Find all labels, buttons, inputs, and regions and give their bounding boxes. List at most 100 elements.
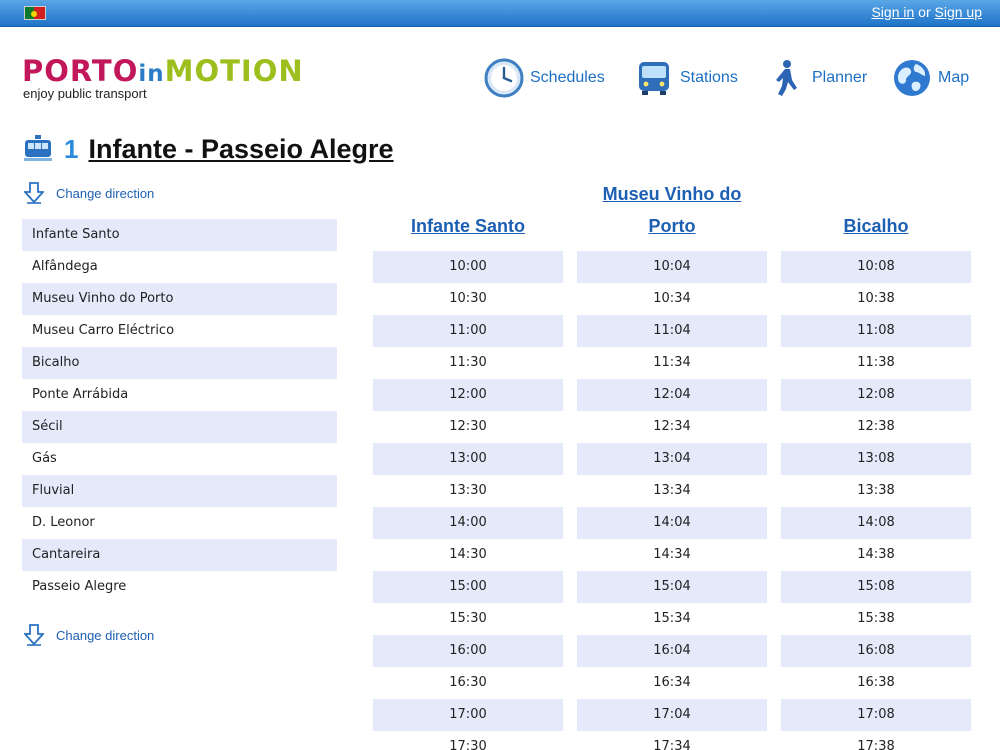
time-cell: 16:08 (781, 635, 971, 667)
column-header-line1: Museu Vinho do (602, 184, 742, 204)
change-direction-button-bottom[interactable]: Change direction (24, 624, 154, 646)
site-logo[interactable]: PORTOinMOTION enjoy public transport (22, 56, 304, 101)
portugal-flag-icon[interactable] (24, 6, 46, 20)
time-cell: 12:04 (577, 379, 767, 411)
stop-item[interactable]: D. Leonor (22, 507, 337, 539)
change-direction-label: Change direction (56, 627, 155, 643)
time-cell: 15:08 (781, 571, 971, 603)
down-arrow-icon (24, 182, 44, 204)
time-cell: 16:04 (577, 635, 767, 667)
time-cell: 12:08 (781, 379, 971, 411)
nav-map-label: Map (938, 69, 970, 86)
time-cell: 11:30 (449, 355, 487, 370)
stop-item[interactable]: Bicalho (22, 347, 337, 379)
walking-person-icon (776, 60, 797, 96)
time-cell: 16:38 (857, 675, 895, 690)
globe-icon (894, 60, 930, 96)
time-cell: 16:34 (653, 675, 691, 690)
time-cell: 12:38 (857, 419, 895, 434)
time-cell: 17:00 (373, 699, 563, 731)
column-header-museu-vinho-do-porto[interactable]: Museu Vinho do Porto (577, 178, 767, 242)
time-cell: 17:38 (857, 739, 895, 750)
stops-list: Infante Santo Alfândega Museu Vinho do P… (22, 219, 337, 603)
time-cell: 17:08 (781, 699, 971, 731)
logo-in: in (138, 61, 165, 87)
time-cell: 12:00 (373, 379, 563, 411)
stop-item[interactable]: Museu Vinho do Porto (22, 283, 337, 315)
nav-stations[interactable]: Stations (634, 58, 738, 98)
time-cell: 15:34 (653, 611, 691, 626)
route-number: 1 (64, 133, 79, 164)
time-cell: 11:08 (781, 315, 971, 347)
time-cell: 13:08 (781, 443, 971, 475)
auth-links: Sign in or Sign up (871, 4, 982, 20)
stop-item[interactable]: Gás (22, 443, 337, 475)
time-cell: 13:04 (577, 443, 767, 475)
time-cell: 10:08 (781, 251, 971, 283)
time-cell: 14:00 (373, 507, 563, 539)
sign-in-link[interactable]: Sign in (871, 4, 914, 20)
time-cell: 15:30 (449, 611, 487, 626)
stop-item[interactable]: Ponte Arrábida (22, 379, 337, 411)
change-direction-button-top[interactable]: Change direction (24, 182, 154, 204)
time-cell: 17:30 (449, 739, 487, 750)
time-cell: 12:34 (653, 419, 691, 434)
time-cell: 14:08 (781, 507, 971, 539)
logo-motion: MOTION (164, 54, 304, 88)
time-cell: 10:04 (577, 251, 767, 283)
time-cell: 11:38 (857, 355, 895, 370)
down-arrow-icon (24, 624, 44, 646)
tram-icon (24, 135, 52, 161)
time-cell: 10:30 (449, 291, 487, 306)
time-cell: 10:38 (857, 291, 895, 306)
time-cell: 12:30 (449, 419, 487, 434)
time-cell: 10:34 (653, 291, 691, 306)
time-cell: 15:00 (373, 571, 563, 603)
clock-icon (484, 58, 524, 98)
times-column-museu-vinho-do-porto: 10:04 10:34 11:04 11:34 12:04 12:34 13:0… (577, 251, 767, 750)
time-cell: 13:38 (857, 483, 895, 498)
nav-planner[interactable]: Planner (766, 58, 867, 98)
time-cell: 14:38 (857, 547, 895, 562)
change-direction-label: Change direction (56, 185, 155, 201)
times-column-infante-santo: 10:00 10:30 11:00 11:30 12:00 12:30 13:0… (373, 251, 563, 750)
nav-planner-label: Planner (812, 69, 868, 86)
nav-schedules-label: Schedules (530, 69, 605, 86)
time-cell: 15:38 (857, 611, 895, 626)
column-header-infante-santo[interactable]: Infante Santo (373, 210, 563, 242)
bus-icon (639, 62, 669, 95)
time-cell: 17:04 (577, 699, 767, 731)
time-cell: 13:00 (373, 443, 563, 475)
stop-item[interactable]: Passeio Alegre (22, 571, 337, 603)
stop-item[interactable]: Cantareira (22, 539, 337, 571)
route-title: 1 Infante - Passeio Alegre (24, 132, 394, 166)
column-header-bicalho[interactable]: Bicalho (781, 210, 971, 242)
time-cell: 11:04 (577, 315, 767, 347)
time-cell: 13:30 (449, 483, 487, 498)
nav-map[interactable]: Map (892, 58, 969, 98)
time-cell: 11:00 (373, 315, 563, 347)
stop-item[interactable]: Infante Santo (22, 219, 337, 251)
time-cell: 14:34 (653, 547, 691, 562)
top-bar: Sign in or Sign up (0, 0, 1000, 27)
time-cell: 14:30 (449, 547, 487, 562)
stop-item[interactable]: Sécil (22, 411, 337, 443)
time-cell: 17:34 (653, 739, 691, 750)
nav-stations-label: Stations (680, 69, 738, 86)
time-cell: 14:04 (577, 507, 767, 539)
column-header-line2: Porto (648, 216, 696, 236)
logo-porto: PORTO (22, 54, 139, 88)
time-cell: 13:34 (653, 483, 691, 498)
stop-item[interactable]: Museu Carro Eléctrico (22, 315, 337, 347)
nav-schedules[interactable]: Schedules (484, 58, 605, 98)
sign-up-link[interactable]: Sign up (935, 4, 982, 20)
stop-item[interactable]: Fluvial (22, 475, 337, 507)
time-cell: 10:00 (373, 251, 563, 283)
auth-separator: or (918, 4, 931, 20)
time-cell: 16:00 (373, 635, 563, 667)
stop-item[interactable]: Alfândega (22, 251, 337, 283)
time-cell: 15:04 (577, 571, 767, 603)
time-cell: 16:30 (449, 675, 487, 690)
route-name-link[interactable]: Infante - Passeio Alegre (88, 134, 393, 165)
time-cell: 11:34 (653, 355, 691, 370)
